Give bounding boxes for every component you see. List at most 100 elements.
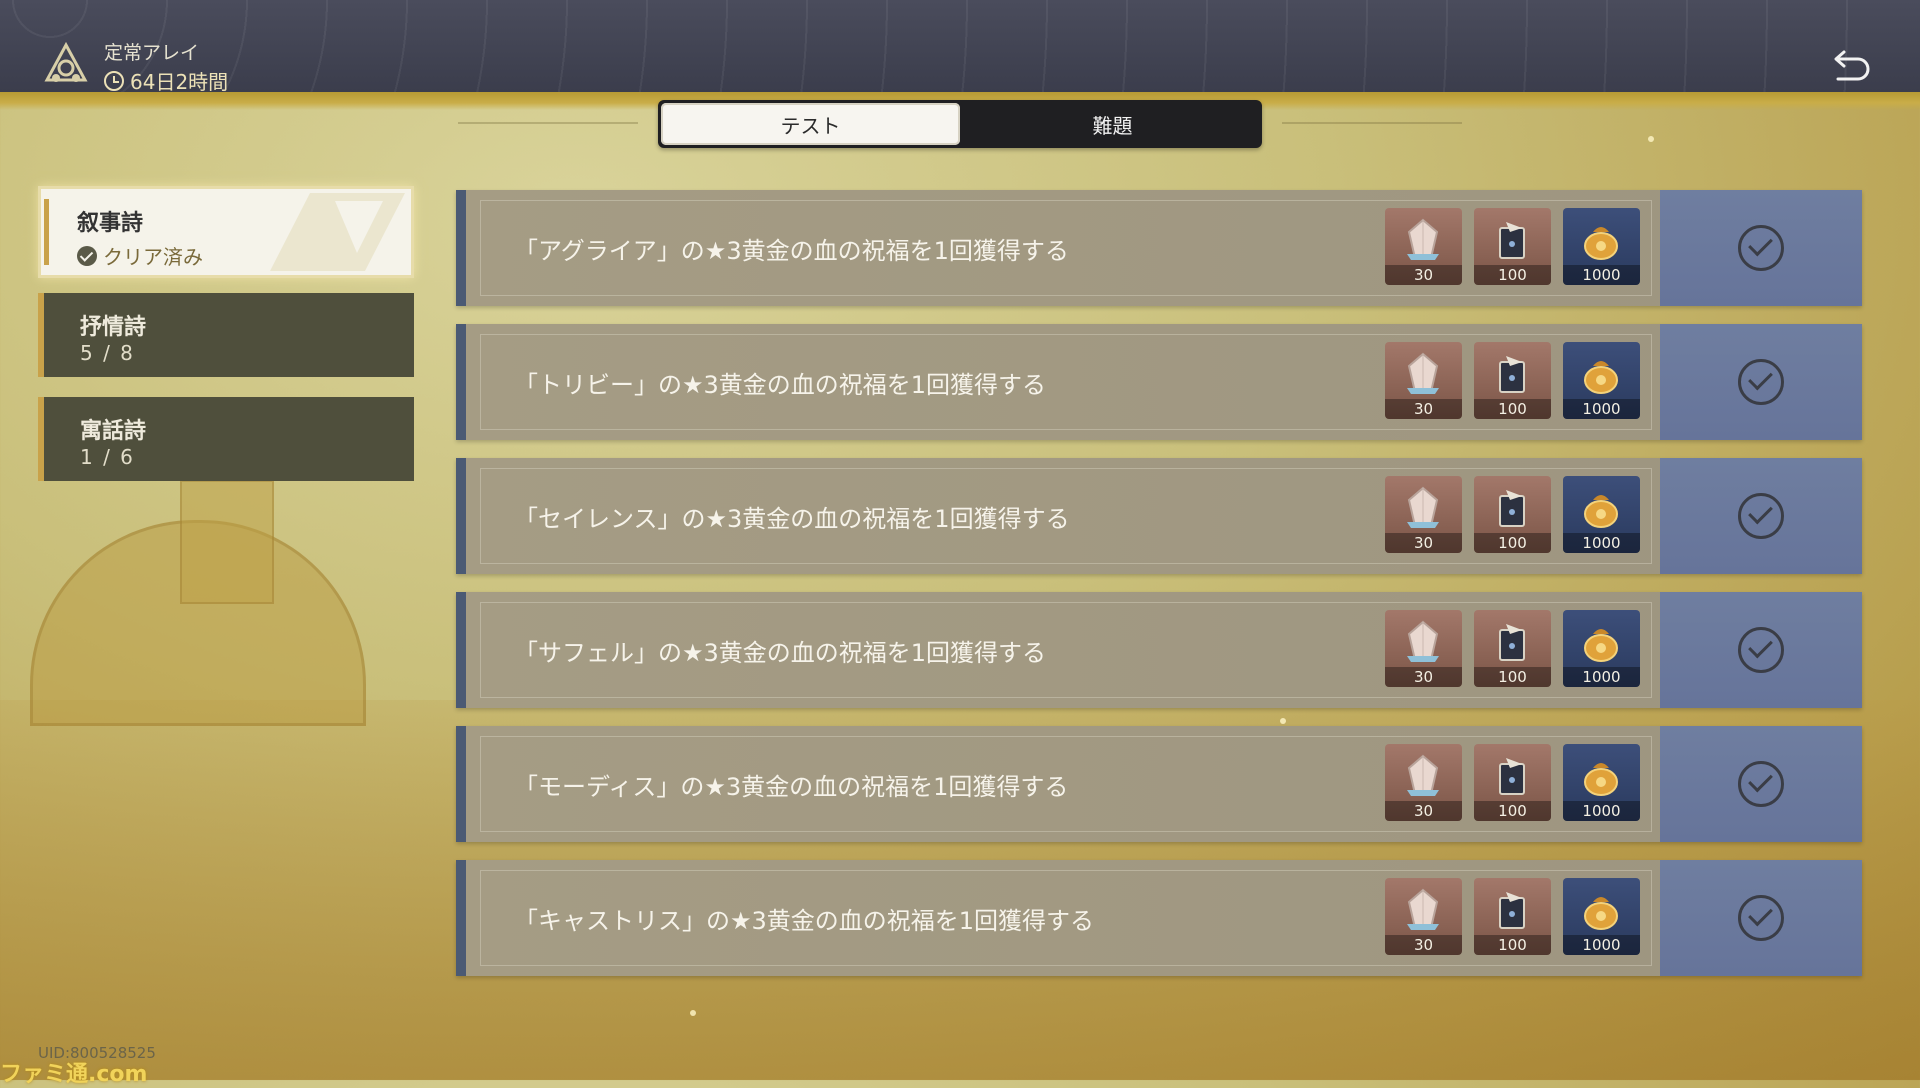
book-icon <box>1492 352 1532 396</box>
credit-pouch-icon <box>1581 486 1621 530</box>
background-tower <box>180 480 274 604</box>
sparkle <box>1648 136 1654 142</box>
reward-list: 30 100 1000 <box>1385 878 1640 955</box>
claim-status-button[interactable] <box>1660 458 1862 574</box>
reward-quantity: 30 <box>1385 265 1462 285</box>
reward-item[interactable]: 30 <box>1385 342 1462 419</box>
crystal-icon <box>1403 352 1443 396</box>
reward-item[interactable]: 30 <box>1385 476 1462 553</box>
reward-list: 30 100 1000 <box>1385 342 1640 419</box>
reward-list: 30 100 1000 <box>1385 610 1640 687</box>
book-icon <box>1492 218 1532 262</box>
reward-quantity: 100 <box>1474 801 1551 821</box>
reward-item[interactable]: 1000 <box>1563 342 1640 419</box>
reward-quantity: 1000 <box>1563 667 1640 687</box>
category-fable[interactable]: 寓話詩 1 / 6 <box>38 397 414 481</box>
tab-bar: テスト 難題 <box>658 100 1262 148</box>
category-accent-bar <box>44 199 49 265</box>
category-lyric[interactable]: 抒情詩 5 / 8 <box>38 293 414 377</box>
reward-item[interactable]: 1000 <box>1563 476 1640 553</box>
task-description: 「サフェル」の★3黄金の血の祝福を1回獲得する <box>514 638 1047 667</box>
check-icon <box>77 245 97 266</box>
reward-item[interactable]: 100 <box>1474 744 1551 821</box>
crystal-icon <box>1403 620 1443 664</box>
reward-item[interactable]: 100 <box>1474 476 1551 553</box>
reward-quantity: 1000 <box>1563 533 1640 553</box>
category-status: クリア済み <box>77 241 203 270</box>
category-name: 叙事詩 <box>77 211 144 236</box>
reward-quantity: 100 <box>1474 935 1551 955</box>
task-description: 「トリビー」の★3黄金の血の祝福を1回獲得する <box>514 370 1047 399</box>
task-description: 「アグライア」の★3黄金の血の祝福を1回獲得する <box>514 236 1069 265</box>
task-description: 「モーディス」の★3黄金の血の祝福を1回獲得する <box>514 772 1069 801</box>
reward-item[interactable]: 1000 <box>1563 208 1640 285</box>
reward-quantity: 30 <box>1385 399 1462 419</box>
tab-test[interactable]: テスト <box>661 103 960 145</box>
claimed-check-icon <box>1738 225 1784 271</box>
reward-item[interactable]: 1000 <box>1563 744 1640 821</box>
category-progress: 5 / 8 <box>80 341 135 365</box>
reward-quantity: 100 <box>1474 533 1551 553</box>
credit-pouch-icon <box>1581 754 1621 798</box>
claim-status-button[interactable] <box>1660 726 1862 842</box>
timer-text: 64日2時間 <box>130 70 229 94</box>
task-row: 「トリビー」の★3黄金の血の祝福を1回獲得する 30 100 1000 <box>456 324 1862 440</box>
category-progress: 1 / 6 <box>80 445 135 469</box>
category-name: 寓話詩 <box>80 419 147 444</box>
clock-icon <box>104 70 124 91</box>
claim-status-button[interactable] <box>1660 324 1862 440</box>
task-row: 「アグライア」の★3黄金の血の祝福を1回獲得する 30 100 1000 <box>456 190 1862 306</box>
credit-pouch-icon <box>1581 352 1621 396</box>
claimed-check-icon <box>1738 895 1784 941</box>
category-epic[interactable]: 叙事詩 クリア済み <box>38 186 414 278</box>
reward-item[interactable]: 30 <box>1385 610 1462 687</box>
task-row: 「サフェル」の★3黄金の血の祝福を1回獲得する 30 100 1000 <box>456 592 1862 708</box>
category-status-label: クリア済み <box>103 245 203 269</box>
claimed-check-icon <box>1738 359 1784 405</box>
reward-item[interactable]: 30 <box>1385 744 1462 821</box>
claimed-check-icon <box>1738 761 1784 807</box>
claim-status-button[interactable] <box>1660 860 1862 976</box>
reward-quantity: 1000 <box>1563 265 1640 285</box>
claim-status-button[interactable] <box>1660 592 1862 708</box>
watermark-logo: ファミ通.com <box>0 1062 148 1087</box>
event-timer: 64日2時間 <box>104 66 228 95</box>
reward-quantity: 30 <box>1385 801 1462 821</box>
reward-quantity: 100 <box>1474 667 1551 687</box>
reward-quantity: 30 <box>1385 533 1462 553</box>
sparkle <box>1280 718 1286 724</box>
crystal-icon <box>1403 754 1443 798</box>
event-logo-icon <box>44 42 88 82</box>
reward-item[interactable]: 30 <box>1385 878 1462 955</box>
reward-item[interactable]: 100 <box>1474 342 1551 419</box>
back-icon[interactable] <box>1828 44 1876 84</box>
reward-item[interactable]: 1000 <box>1563 878 1640 955</box>
crystal-icon <box>1403 888 1443 932</box>
reward-quantity: 30 <box>1385 667 1462 687</box>
reward-item[interactable]: 100 <box>1474 208 1551 285</box>
reward-item[interactable]: 1000 <box>1563 610 1640 687</box>
reward-quantity: 1000 <box>1563 935 1640 955</box>
claimed-check-icon <box>1738 493 1784 539</box>
reward-quantity: 100 <box>1474 399 1551 419</box>
book-icon <box>1492 486 1532 530</box>
claimed-check-icon <box>1738 627 1784 673</box>
credit-pouch-icon <box>1581 218 1621 262</box>
reward-list: 30 100 1000 <box>1385 476 1640 553</box>
task-row: 「キャストリス」の★3黄金の血の祝福を1回獲得する 30 100 1000 <box>456 860 1862 976</box>
reward-quantity: 100 <box>1474 265 1551 285</box>
task-description: 「キャストリス」の★3黄金の血の祝福を1回獲得する <box>514 906 1095 935</box>
task-description: 「セイレンス」の★3黄金の血の祝福を1回獲得する <box>514 504 1070 533</box>
reward-list: 30 100 1000 <box>1385 744 1640 821</box>
tab-challenge[interactable]: 難題 <box>963 100 1262 148</box>
credit-pouch-icon <box>1581 620 1621 664</box>
top-bar-pattern <box>0 0 1920 92</box>
reward-item[interactable]: 100 <box>1474 878 1551 955</box>
reward-quantity: 30 <box>1385 935 1462 955</box>
tab-decoration-right <box>1282 122 1462 124</box>
sparkle <box>690 1010 696 1016</box>
triangle-decoration-icon <box>270 193 405 271</box>
claim-status-button[interactable] <box>1660 190 1862 306</box>
reward-item[interactable]: 100 <box>1474 610 1551 687</box>
reward-item[interactable]: 30 <box>1385 208 1462 285</box>
